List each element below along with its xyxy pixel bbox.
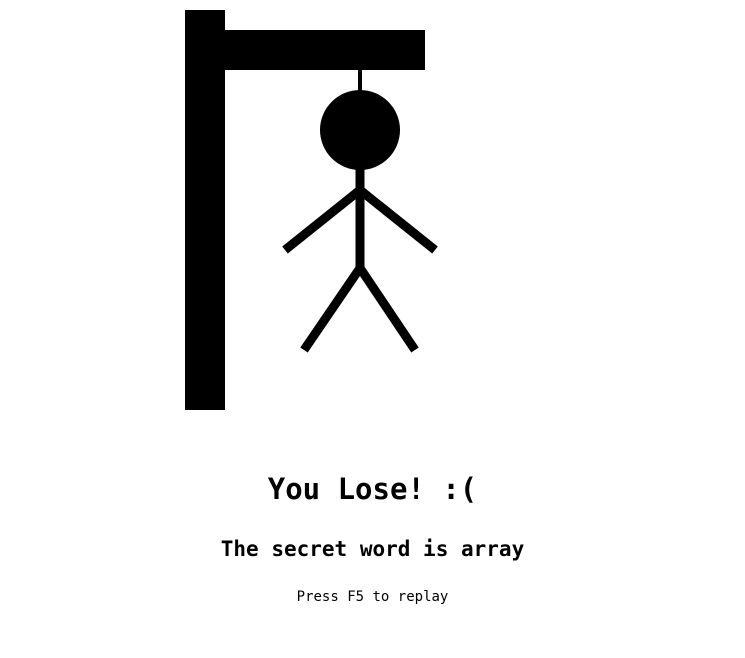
- secret-word-message: The secret word is array: [0, 536, 745, 562]
- hangman-drawing: [185, 10, 438, 410]
- gallows-post: [185, 10, 225, 410]
- hangman-left-leg: [300, 265, 364, 353]
- hangman-right-leg: [356, 265, 419, 353]
- secret-word: array: [461, 537, 525, 561]
- hangman-left-arm: [282, 186, 363, 254]
- result-message: You Lose! :(: [267, 472, 478, 506]
- secret-word-prefix: The secret word is: [220, 537, 449, 561]
- hangman-right-arm: [357, 186, 438, 254]
- gallows-beam: [225, 30, 425, 70]
- hangman-head: [320, 90, 400, 170]
- replay-hint: Press F5 to replay: [296, 589, 449, 605]
